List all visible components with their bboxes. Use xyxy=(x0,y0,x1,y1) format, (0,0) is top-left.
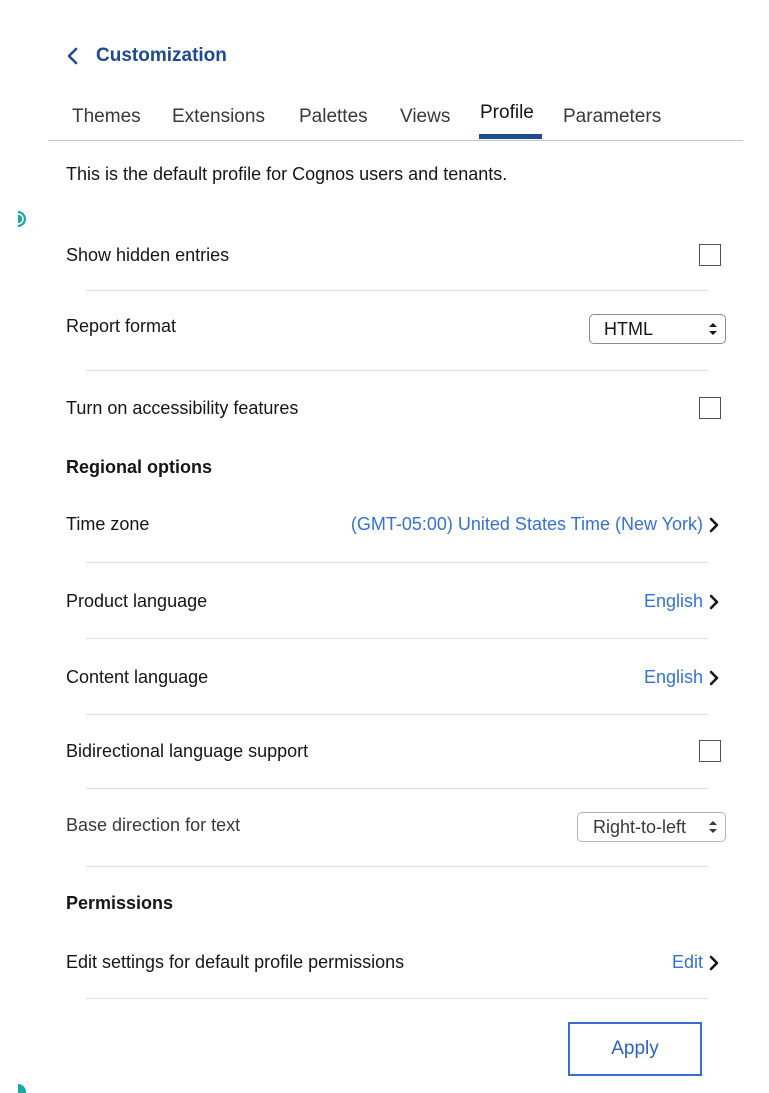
half-circle-icon xyxy=(15,1083,31,1093)
show-hidden-entries-checkbox[interactable] xyxy=(699,244,721,266)
product-language-label: Product language xyxy=(66,591,208,611)
tab-themes[interactable]: Themes xyxy=(72,106,141,128)
tab-views[interactable]: Views xyxy=(400,106,450,128)
time-zone-label: Time zone xyxy=(66,514,150,534)
edit-permissions-label: Edit settings for default profile permis… xyxy=(66,952,405,972)
apply-button[interactable]: Apply xyxy=(568,1022,702,1076)
active-tab-indicator xyxy=(479,134,542,139)
chevron-right-icon[interactable] xyxy=(708,955,720,971)
accessibility-checkbox[interactable] xyxy=(699,397,721,419)
product-language-value[interactable]: English xyxy=(644,591,703,612)
report-format-value: HTML xyxy=(604,318,653,339)
content-language-value[interactable]: English xyxy=(644,667,703,688)
base-direction-label: Base direction for text xyxy=(66,815,241,835)
tab-profile[interactable]: Profile xyxy=(480,102,534,124)
back-button[interactable]: Customization xyxy=(66,42,227,70)
tab-bar: Themes Extensions Palettes Views Profile… xyxy=(48,98,743,141)
base-direction-value: Right-to-left xyxy=(593,816,687,837)
bidi-support-label: Bidirectional language support xyxy=(66,741,309,761)
report-format-select[interactable]: HTML xyxy=(589,314,726,344)
permissions-heading: Permissions xyxy=(66,893,174,913)
page-title: Customization xyxy=(96,45,227,66)
divider xyxy=(86,866,708,867)
divider xyxy=(86,370,708,371)
select-updown-arrows-icon xyxy=(708,322,718,336)
chevron-right-icon[interactable] xyxy=(708,594,720,610)
base-direction-select[interactable]: Right-to-left xyxy=(577,812,726,842)
chevron-right-icon[interactable] xyxy=(708,670,720,686)
divider xyxy=(86,290,708,291)
bidi-support-checkbox[interactable] xyxy=(699,740,721,762)
report-format-label: Report format xyxy=(66,316,177,336)
divider xyxy=(86,998,708,999)
divider xyxy=(86,638,708,639)
tab-extensions[interactable]: Extensions xyxy=(172,106,265,128)
tab-palettes[interactable]: Palettes xyxy=(299,106,368,128)
half-circle-icon xyxy=(15,210,31,228)
profile-description: This is the default profile for Cognos u… xyxy=(66,164,508,184)
time-zone-value[interactable]: (GMT-05:00) United States Time (New York… xyxy=(351,514,703,535)
tab-parameters[interactable]: Parameters xyxy=(563,106,661,128)
regional-options-heading: Regional options xyxy=(66,457,212,477)
select-updown-arrows-icon xyxy=(708,820,718,834)
accessibility-label: Turn on accessibility features xyxy=(66,398,299,418)
show-hidden-entries-label: Show hidden entries xyxy=(66,245,230,265)
divider xyxy=(86,562,708,563)
edit-permissions-link[interactable]: Edit xyxy=(672,952,703,973)
content-language-label: Content language xyxy=(66,667,209,687)
chevron-left-icon xyxy=(66,47,78,65)
divider xyxy=(86,714,708,715)
chevron-right-icon[interactable] xyxy=(708,517,720,533)
divider xyxy=(86,788,708,789)
